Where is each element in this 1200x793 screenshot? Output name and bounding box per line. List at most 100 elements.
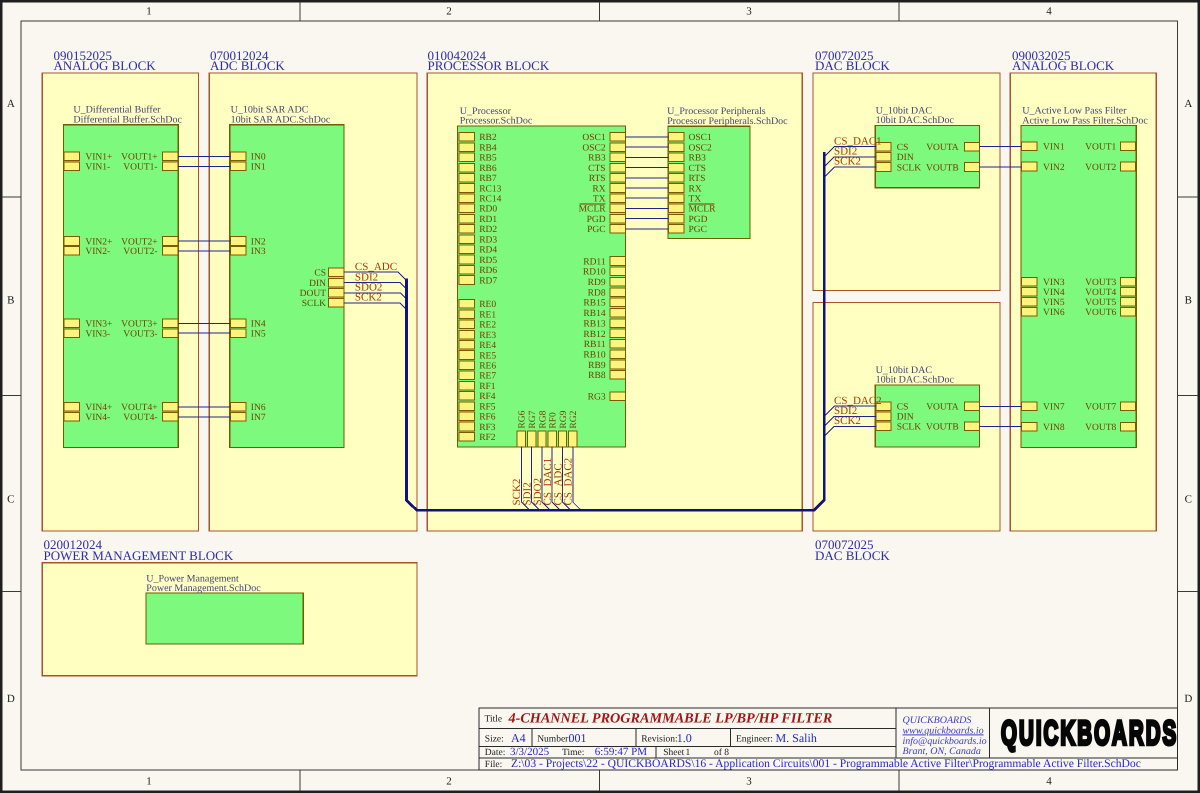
svg-text:RF3: RF3 xyxy=(479,423,496,433)
svg-text:10bit SAR ADC.SchDoc: 10bit SAR ADC.SchDoc xyxy=(231,114,331,125)
svg-text:SCK2: SCK2 xyxy=(355,292,382,304)
svg-text:info@quickboards.io: info@quickboards.io xyxy=(903,736,987,747)
svg-text:VIN1: VIN1 xyxy=(1043,143,1065,153)
svg-text:Engineer:: Engineer: xyxy=(736,735,773,745)
svg-text:RD3: RD3 xyxy=(479,235,497,245)
svg-text:D: D xyxy=(7,693,15,705)
svg-text:IN5: IN5 xyxy=(251,329,266,339)
svg-text:RB14: RB14 xyxy=(583,309,605,319)
svg-text:1.0: 1.0 xyxy=(677,731,692,745)
svg-text:File:: File: xyxy=(485,760,502,770)
svg-text:VIN3+: VIN3+ xyxy=(85,320,112,330)
svg-text:C: C xyxy=(7,494,14,506)
svg-text:RE5: RE5 xyxy=(479,351,496,361)
svg-text:RB5: RB5 xyxy=(479,154,497,164)
svg-text:Differential Buffer.SchDoc: Differential Buffer.SchDoc xyxy=(73,114,182,125)
svg-text:RB7: RB7 xyxy=(479,174,497,184)
svg-text:Date:: Date: xyxy=(485,748,506,758)
svg-text:RD1: RD1 xyxy=(479,215,497,225)
svg-text:B: B xyxy=(1185,294,1192,306)
svg-text:RF6: RF6 xyxy=(479,413,496,423)
svg-text:OSC2: OSC2 xyxy=(689,143,712,153)
svg-text:IN0: IN0 xyxy=(251,153,266,163)
svg-text:RB15: RB15 xyxy=(583,299,605,309)
svg-text:CS: CS xyxy=(897,403,909,413)
svg-text:VOUTB: VOUTB xyxy=(926,423,959,433)
svg-text:VOUTA: VOUTA xyxy=(926,403,959,413)
svg-text:VOUT3-: VOUT3- xyxy=(123,329,157,339)
svg-text:www.quickboards.io: www.quickboards.io xyxy=(903,725,984,736)
svg-text:MCLR: MCLR xyxy=(689,205,717,215)
svg-text:A4: A4 xyxy=(511,731,526,745)
svg-text:CS: CS xyxy=(897,143,909,153)
svg-text:VIN2: VIN2 xyxy=(1043,163,1065,173)
svg-text:3: 3 xyxy=(746,5,752,17)
svg-text:SCLK: SCLK xyxy=(302,299,326,309)
svg-text:OSC1: OSC1 xyxy=(689,133,712,143)
svg-text:RB2: RB2 xyxy=(479,133,497,143)
svg-text:RX: RX xyxy=(689,184,702,194)
svg-text:OSC1: OSC1 xyxy=(582,133,605,143)
svg-text:RE7: RE7 xyxy=(479,372,496,382)
svg-text:PROCESSOR BLOCK: PROCESSOR BLOCK xyxy=(428,58,550,73)
svg-text:VOUT4-: VOUT4- xyxy=(123,413,157,423)
svg-text:VOUT5: VOUT5 xyxy=(1085,298,1116,308)
svg-text:10bit DAC.SchDoc: 10bit DAC.SchDoc xyxy=(876,375,955,386)
svg-text:RB11: RB11 xyxy=(584,340,606,350)
svg-text:RB3: RB3 xyxy=(689,154,707,164)
svg-text:Title: Title xyxy=(485,715,503,725)
svg-text:RF1: RF1 xyxy=(479,382,496,392)
svg-text:POWER MANAGEMENT BLOCK: POWER MANAGEMENT BLOCK xyxy=(44,548,234,563)
svg-text:VIN1-: VIN1- xyxy=(85,163,110,173)
svg-text:RG2: RG2 xyxy=(569,410,579,428)
svg-text:RTS: RTS xyxy=(589,174,606,184)
svg-text:IN6: IN6 xyxy=(251,403,266,413)
svg-text:VOUT2+: VOUT2+ xyxy=(121,237,158,247)
svg-text:VOUT4: VOUT4 xyxy=(1085,288,1116,298)
svg-text:QUICKBOARDS: QUICKBOARDS xyxy=(1001,713,1178,752)
svg-text:RB8: RB8 xyxy=(588,371,606,381)
svg-text:RF4: RF4 xyxy=(479,392,496,402)
svg-text:VIN1+: VIN1+ xyxy=(85,153,112,163)
svg-text:RE4: RE4 xyxy=(479,341,496,351)
svg-text:Brant, ON, Canada: Brant, ON, Canada xyxy=(903,746,981,757)
svg-text:RB12: RB12 xyxy=(583,330,605,340)
svg-text:VOUTA: VOUTA xyxy=(926,143,959,153)
svg-text:VOUT7: VOUT7 xyxy=(1085,403,1116,413)
svg-text:VOUT6: VOUT6 xyxy=(1085,308,1116,318)
svg-text:ANALOG BLOCK: ANALOG BLOCK xyxy=(1012,58,1115,73)
svg-text:VIN6: VIN6 xyxy=(1043,308,1065,318)
svg-text:RD7: RD7 xyxy=(479,276,497,286)
svg-text:SCK2: SCK2 xyxy=(834,156,861,168)
svg-text:OSC2: OSC2 xyxy=(582,143,605,153)
svg-text:DIN: DIN xyxy=(897,413,914,423)
svg-text:4: 4 xyxy=(1046,776,1052,788)
svg-text:IN3: IN3 xyxy=(251,247,266,257)
svg-text:Number:: Number: xyxy=(537,735,571,745)
svg-text:10bit DAC.SchDoc: 10bit DAC.SchDoc xyxy=(876,115,955,126)
svg-text:RG7: RG7 xyxy=(528,410,538,428)
svg-text:RB10: RB10 xyxy=(583,350,605,360)
svg-text:TX: TX xyxy=(689,195,702,205)
svg-text:3: 3 xyxy=(746,776,752,788)
svg-text:RD9: RD9 xyxy=(588,278,606,288)
svg-text:Z:\03 - Projects\22 - QUICKBOA: Z:\03 - Projects\22 - QUICKBOARDS\16 - A… xyxy=(511,757,1141,770)
svg-text:D: D xyxy=(1184,693,1192,705)
svg-text:C: C xyxy=(1185,494,1192,506)
svg-text:Processor.SchDoc: Processor.SchDoc xyxy=(460,116,533,127)
svg-text:VOUT2-: VOUT2- xyxy=(123,247,157,257)
svg-text:RTS: RTS xyxy=(689,174,706,184)
svg-text:RF5: RF5 xyxy=(479,402,496,412)
svg-text:PGC: PGC xyxy=(689,225,707,235)
svg-text:RB9: RB9 xyxy=(588,361,606,371)
svg-text:M. Salih: M. Salih xyxy=(776,731,817,745)
svg-text:1: 1 xyxy=(146,776,152,788)
svg-text:Size:: Size: xyxy=(485,735,504,745)
svg-text:SCLK: SCLK xyxy=(897,163,921,173)
svg-text:VIN2+: VIN2+ xyxy=(85,237,112,247)
svg-text:SCK2: SCK2 xyxy=(834,415,861,427)
svg-text:A: A xyxy=(7,98,15,110)
svg-text:DIN: DIN xyxy=(309,279,326,289)
svg-text:PGD: PGD xyxy=(689,215,708,225)
svg-text:RD10: RD10 xyxy=(583,268,606,278)
